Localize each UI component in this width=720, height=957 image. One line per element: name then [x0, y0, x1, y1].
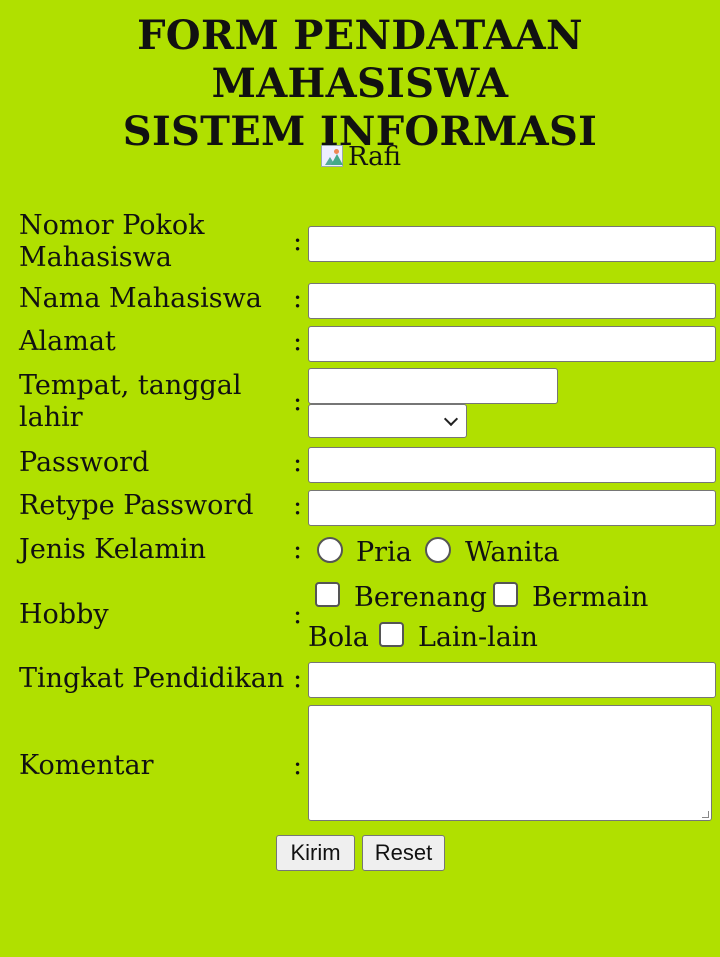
password-input[interactable]: [308, 447, 716, 483]
submit-button[interactable]: Kirim: [276, 835, 355, 871]
hobby-colon: :: [293, 599, 303, 630]
password-label: Password: [19, 447, 150, 478]
alamat-input[interactable]: [308, 326, 716, 362]
nama-input[interactable]: [308, 283, 716, 319]
tanggal-lahir-select[interactable]: [308, 404, 467, 438]
checkbox-berenang[interactable]: [315, 582, 340, 607]
password-colon: :: [293, 447, 303, 478]
pendidikan-input[interactable]: [308, 662, 716, 698]
tempat-lahir-input[interactable]: [308, 368, 558, 404]
nama-label: Nama Mahasiswa: [19, 283, 262, 314]
komentar-textarea[interactable]: [308, 705, 712, 821]
broken-image-icon: [321, 145, 347, 171]
photo-alt-text: Rafi: [348, 142, 402, 172]
retype-colon: :: [293, 490, 303, 521]
komentar-colon: :: [293, 750, 303, 781]
chevron-down-icon: [443, 411, 459, 426]
checkbox-lain-lain[interactable]: [379, 622, 404, 647]
retype-password-label: Retype Password: [19, 490, 254, 521]
radio-pria[interactable]: [317, 537, 343, 563]
nama-colon: :: [293, 283, 303, 314]
gender-colon: :: [293, 534, 303, 565]
pendidikan-colon: :: [293, 663, 303, 694]
checkbox-berenang-label: Berenang: [354, 582, 487, 613]
npm-input[interactable]: [308, 226, 716, 262]
ttl-label: Tempat, tanggal lahir: [19, 370, 242, 433]
checkbox-lain-lain-label: Lain-lain: [418, 622, 538, 653]
alamat-colon: :: [293, 326, 303, 357]
ttl-colon: :: [293, 386, 303, 417]
title-line-1: FORM PENDATAAN MAHASISWA: [137, 12, 583, 107]
checkbox-bermain-label-part1: Bermain: [532, 582, 649, 613]
checkbox-bermain-bola[interactable]: [493, 582, 518, 607]
retype-password-input[interactable]: [308, 490, 716, 526]
gender-label: Jenis Kelamin: [19, 534, 207, 565]
komentar-label: Komentar: [19, 750, 154, 781]
npm-colon: :: [293, 226, 303, 257]
checkbox-bermain-label-part2: Bola: [308, 622, 369, 653]
pendidikan-label: Tingkat Pendidikan: [19, 663, 285, 694]
npm-label: Nomor Pokok Mahasiswa: [19, 210, 205, 273]
page-title: FORM PENDATAAN MAHASISWA SISTEM INFORMAS…: [0, 12, 720, 156]
reset-button[interactable]: Reset: [362, 835, 445, 871]
radio-pria-label: Pria: [356, 537, 412, 568]
student-photo: Rafi: [321, 142, 401, 172]
radio-wanita-label: Wanita: [465, 537, 560, 568]
alamat-label: Alamat: [19, 326, 116, 357]
hobby-label: Hobby: [19, 599, 109, 630]
radio-wanita[interactable]: [425, 537, 451, 563]
resize-handle-icon[interactable]: [702, 811, 709, 818]
